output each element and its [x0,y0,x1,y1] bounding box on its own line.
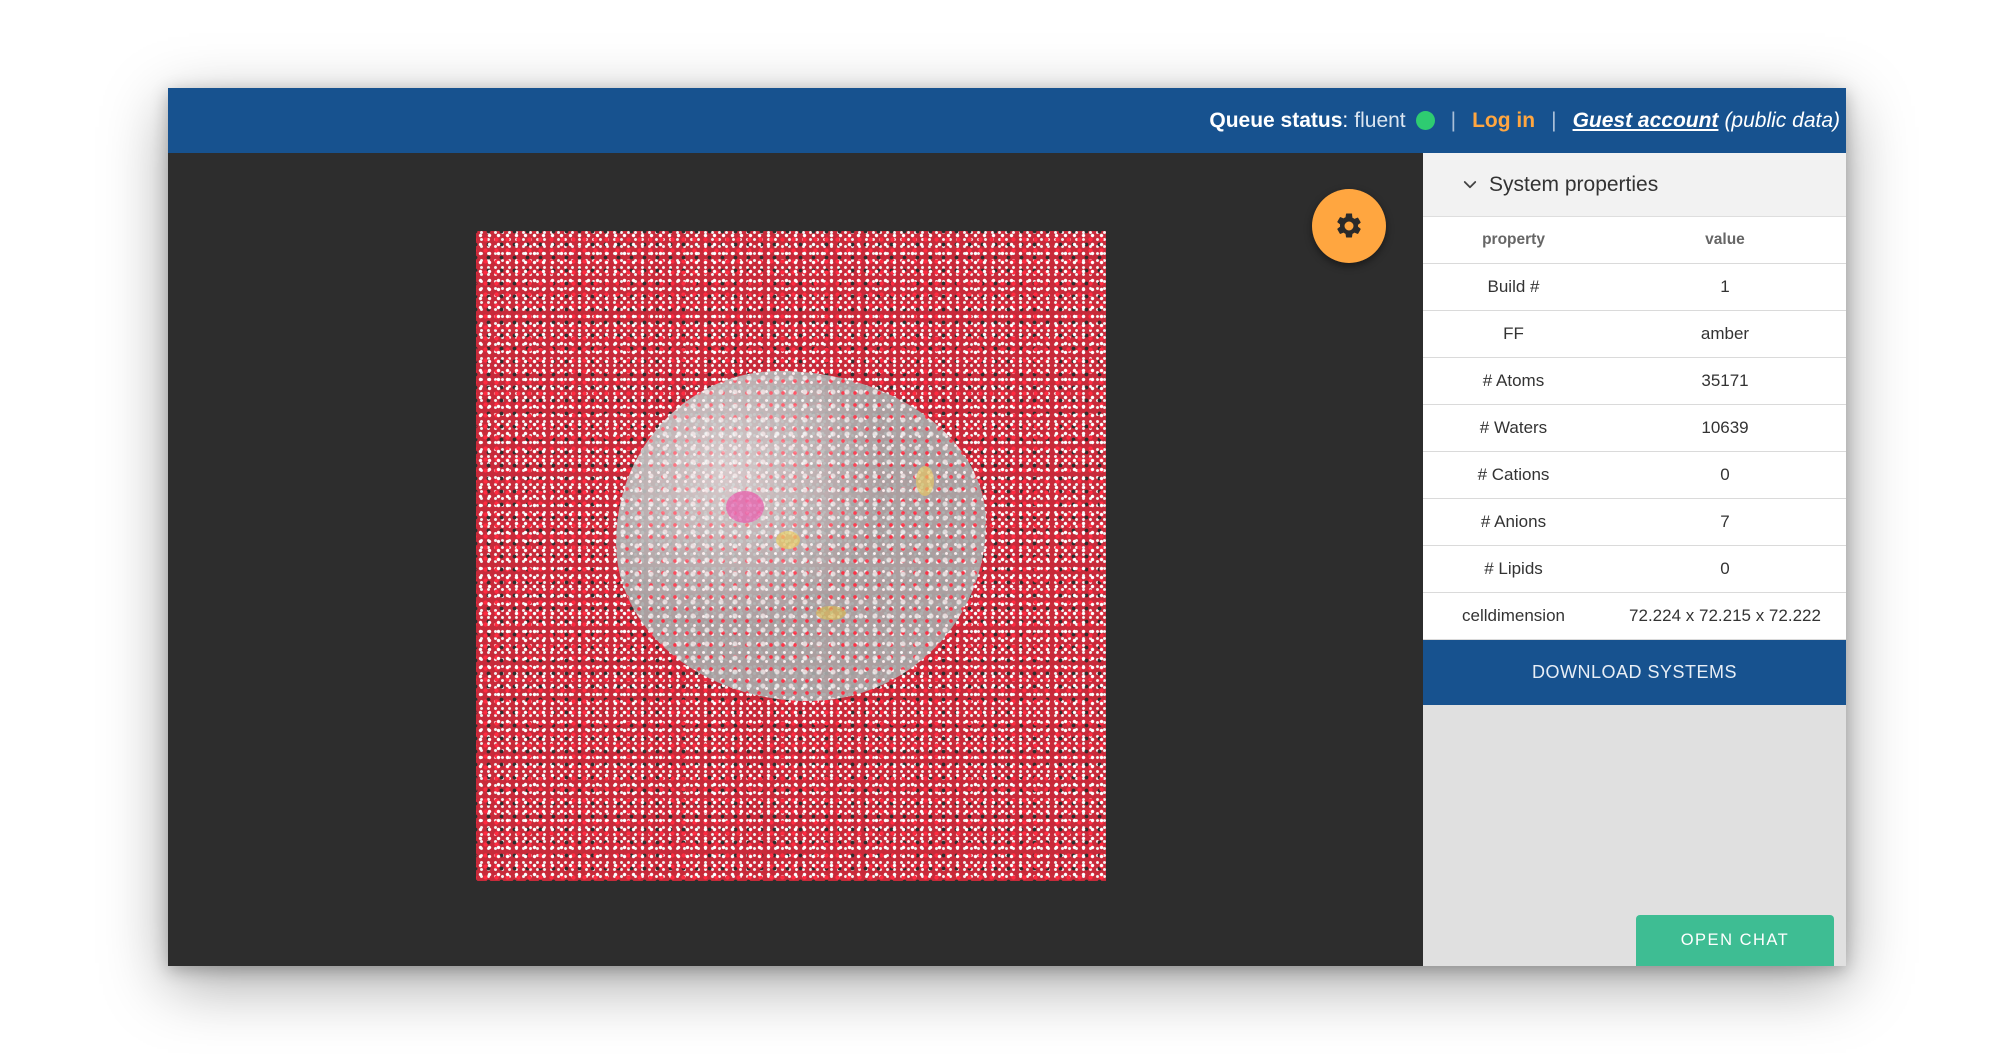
open-chat-button[interactable]: OPEN CHAT [1636,915,1834,966]
table-row: # Cations 0 [1423,451,1846,499]
value-cell: 0 [1604,451,1846,499]
top-bar: Queue status: fluent | Log in | Guest ac… [168,88,1846,153]
solvent-box [476,231,1106,881]
value-cell: 72.224 x 72.215 x 72.222 [1604,592,1846,640]
property-cell: # Cations [1423,451,1604,499]
value-cell: 10639 [1604,404,1846,452]
property-cell: # Waters [1423,404,1604,452]
status-dot-icon [1415,111,1435,130]
panel-title: System properties [1489,172,1659,196]
system-properties-panel: System properties property value Build #… [1423,153,1846,966]
guest-account-link[interactable]: Guest account [1573,109,1719,133]
download-systems-button[interactable]: DOWNLOAD SYSTEMS [1423,640,1846,705]
value-cell: 1 [1604,263,1846,311]
login-link[interactable]: Log in [1472,109,1535,133]
property-cell: # Anions [1423,498,1604,546]
queue-status-value: fluent [1354,108,1406,132]
table-row: # Atoms 35171 [1423,357,1846,405]
system-properties-header[interactable]: System properties [1423,153,1846,217]
residue-highlight [776,531,800,549]
property-cell: FF [1423,310,1604,358]
column-header-property: property [1423,217,1604,264]
property-cell: Build # [1423,263,1604,311]
value-cell: 35171 [1604,357,1846,405]
table-row: Build #1 [1423,263,1846,311]
value-cell: 0 [1604,545,1846,593]
chevron-down-icon [1461,176,1479,194]
table-row: celldimension 72.224 x 72.215 x 72.222 [1423,592,1846,640]
ligand-highlight [726,491,764,523]
residue-highlight [816,606,846,620]
table-header-row: property value [1423,217,1846,264]
guest-account-note: (public data) [1724,108,1840,132]
table-row: FF amber [1423,310,1846,358]
column-header-value: value [1604,217,1846,264]
separator: | [1551,108,1557,132]
molecule-viewer[interactable] [168,153,1423,966]
properties-table: property value Build #1 FF amber # Atoms 3… [1423,217,1846,640]
queue-status-colon: : [1342,108,1349,132]
value-cell: 7 [1604,498,1846,546]
table-row: # Lipids 0 [1423,545,1846,593]
viewer-settings-button[interactable] [1312,189,1386,263]
property-cell: # Atoms [1423,357,1604,405]
app-window: Queue status: fluent | Log in | Guest ac… [168,88,1846,966]
residue-highlight [916,466,934,496]
queue-status-label: Queue status [1209,108,1343,132]
property-cell: # Lipids [1423,545,1604,593]
protein-surface [616,371,986,701]
table-row: # Anions 7 [1423,498,1846,546]
value-cell: amber [1604,310,1846,358]
property-cell: celldimension [1423,592,1604,640]
separator: | [1450,108,1457,132]
table-row: # Waters 10639 [1423,404,1846,452]
gear-icon [1337,213,1361,238]
